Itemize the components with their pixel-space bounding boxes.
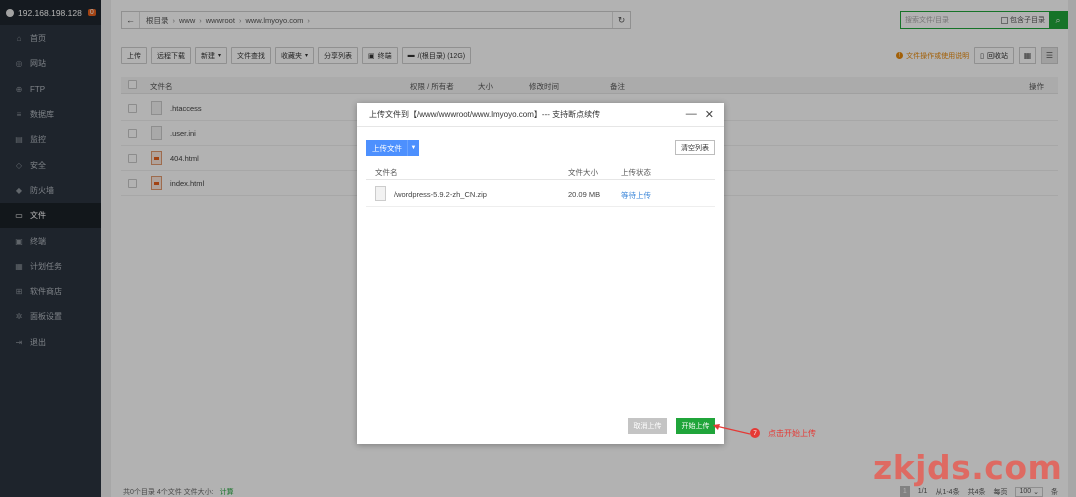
dialog-title: 上传文件到【/www/wwwroot/www.lmyoyo.com】--- 支持… bbox=[369, 110, 601, 119]
dialog-header: 上传文件到【/www/wwwroot/www.lmyoyo.com】--- 支持… bbox=[357, 103, 724, 127]
clear-list-button[interactable]: 清空列表 bbox=[675, 140, 715, 155]
watermark: zkjds.com bbox=[873, 448, 1063, 487]
col-filename: 文件名 bbox=[375, 168, 398, 177]
annotation-text: 点击开始上传 bbox=[768, 429, 816, 438]
upload-dialog: 上传文件到【/www/wwwroot/www.lmyoyo.com】--- 支持… bbox=[357, 103, 724, 444]
file-icon bbox=[375, 186, 386, 201]
step-number-badge: 7 bbox=[750, 428, 760, 438]
upload-files-button[interactable]: 上传文件 ▼ bbox=[366, 140, 419, 156]
col-status: 上传状态 bbox=[621, 168, 651, 177]
minimize-icon[interactable]: — bbox=[686, 108, 697, 121]
arrow-head bbox=[713, 424, 720, 430]
upload-files-label: 上传文件 bbox=[372, 143, 402, 153]
upload-filesize: 20.09 MB bbox=[568, 190, 601, 199]
cancel-upload-button[interactable]: 取消上传 bbox=[628, 418, 667, 434]
caret-down-icon[interactable]: ▼ bbox=[407, 140, 419, 156]
upload-filename: /wordpress-5.9.2-zh_CN.zip bbox=[394, 190, 487, 199]
upload-table-header: 文件名 文件大小 上传状态 bbox=[366, 163, 715, 180]
close-icon[interactable]: ✕ bbox=[705, 108, 714, 121]
upload-status: 等待上传 bbox=[621, 191, 651, 200]
col-filesize: 文件大小 bbox=[568, 168, 598, 177]
arrow-line bbox=[715, 425, 751, 435]
upload-row: /wordpress-5.9.2-zh_CN.zip 20.09 MB 等待上传 bbox=[366, 181, 715, 207]
